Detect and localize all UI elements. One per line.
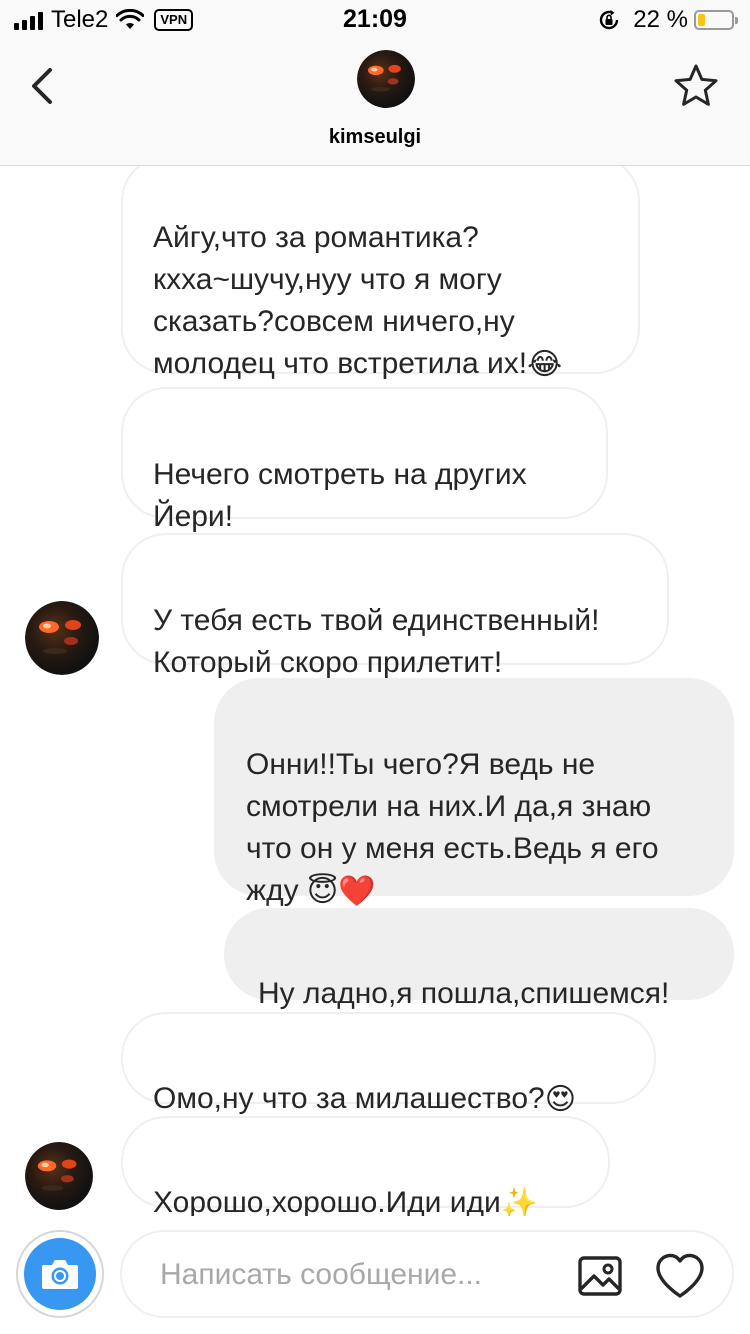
message-bubble-incoming[interactable]: Нечего смотреть на других Йери! bbox=[121, 387, 608, 533]
message-thread[interactable]: Айгу,что за романтика? кхха~шучу,нуу что… bbox=[0, 166, 750, 1216]
battery-percent: 22 % bbox=[633, 6, 688, 33]
camera-icon bbox=[42, 1260, 78, 1289]
emoji-sparkles: ✨ bbox=[500, 1187, 539, 1216]
message-bubble-incoming[interactable]: Айгу,что за романтика? кхха~шучу,нуу что… bbox=[121, 166, 640, 381]
message-bubble-incoming[interactable]: У тебя есть твой единственный! Который с… bbox=[121, 533, 669, 679]
message-text: Хорошо,хорошо.Иди иди bbox=[153, 1186, 501, 1216]
gallery-icon[interactable] bbox=[576, 1252, 624, 1300]
message-text: Айгу,что за романтика? кхха~шучу,нуу что… bbox=[153, 221, 528, 380]
camera-button-fill bbox=[24, 1238, 96, 1310]
message-text: У тебя есть твой единственный! Который с… bbox=[153, 604, 600, 679]
battery-icon bbox=[694, 10, 738, 30]
emoji-halo-heart: 😇❤️ bbox=[306, 875, 376, 909]
message-bubble-incoming[interactable]: Хорошо,хорошо.Иди иди✨ bbox=[121, 1116, 610, 1216]
star-icon[interactable] bbox=[672, 62, 720, 110]
avatar-image bbox=[25, 1142, 93, 1210]
message-composer bbox=[0, 1216, 750, 1334]
message-bubble-outgoing[interactable]: Онни!!Ты чего?Я ведь не смотрели на них.… bbox=[214, 678, 734, 908]
emoji-tears-of-joy: 😂 bbox=[527, 348, 563, 382]
rotation-lock-icon bbox=[600, 10, 619, 30]
message-bubble-outgoing[interactable]: Ну ладно,я пошла,спишемся! bbox=[224, 908, 734, 1010]
message-text: Ну ладно,я пошла,спишемся! bbox=[258, 977, 670, 1010]
message-text: Омо,ну что за милашество? bbox=[153, 1082, 545, 1115]
avatar-image bbox=[357, 50, 415, 108]
message-text: Нечего смотреть на других Йери! bbox=[153, 458, 527, 533]
chat-header: kimseulgi bbox=[0, 40, 750, 166]
camera-button[interactable] bbox=[16, 1230, 104, 1318]
sender-avatar[interactable] bbox=[25, 601, 99, 675]
message-input[interactable] bbox=[158, 1250, 552, 1300]
status-bar: Tele2 VPN 21:09 22 % bbox=[0, 0, 750, 40]
heart-icon[interactable] bbox=[654, 1252, 706, 1300]
avatar-image bbox=[25, 601, 99, 675]
message-bubble-incoming[interactable]: Омо,ну что за милашество?😍 bbox=[121, 1012, 656, 1116]
message-input-field[interactable] bbox=[120, 1230, 734, 1318]
sender-avatar[interactable] bbox=[25, 1142, 93, 1210]
status-right: 22 % bbox=[597, 6, 738, 34]
chat-username[interactable]: kimseulgi bbox=[0, 126, 750, 149]
header-avatar[interactable] bbox=[357, 50, 415, 108]
emoji-heart-eyes: 😍 bbox=[544, 1083, 577, 1117]
battery-fill bbox=[698, 14, 705, 26]
back-chevron-icon[interactable] bbox=[24, 64, 64, 108]
